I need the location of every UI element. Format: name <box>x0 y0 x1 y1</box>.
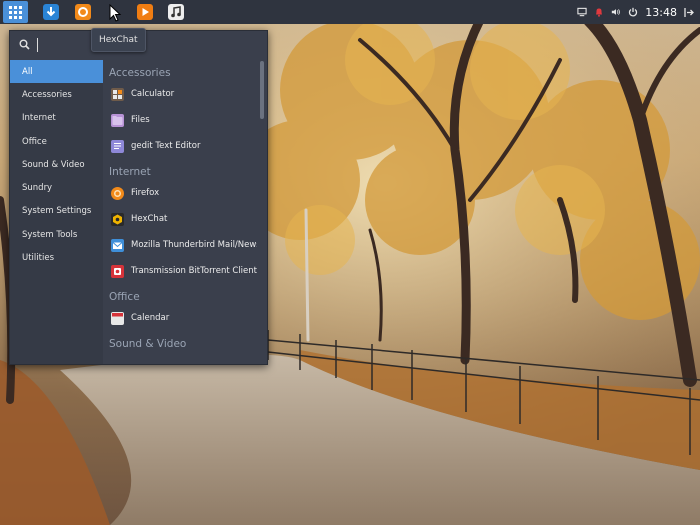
thunderbird-icon <box>111 238 124 252</box>
firefox-icon <box>111 186 124 200</box>
power-icon[interactable] <box>628 7 638 17</box>
calendar-icon <box>111 311 124 325</box>
scrollbar[interactable] <box>260 61 264 119</box>
logout-icon[interactable] <box>684 7 694 17</box>
app-files[interactable]: Files <box>103 107 257 133</box>
firefox-icon[interactable] <box>75 4 91 20</box>
files-icon <box>111 113 124 127</box>
volume-icon[interactable] <box>611 7 621 17</box>
app-gedit[interactable]: gedit Text Editor <box>103 133 257 159</box>
section-header-office: Office <box>109 291 140 303</box>
section-header-internet: Internet <box>109 166 151 178</box>
display-icon[interactable] <box>577 7 587 17</box>
app-label: Calendar <box>131 313 170 323</box>
category-internet[interactable]: Internet <box>10 107 103 130</box>
music-icon[interactable] <box>168 4 184 20</box>
top-panel: 13:48 <box>0 0 700 24</box>
tooltip: HexChat <box>91 28 146 52</box>
app-label: Calculator <box>131 89 175 99</box>
category-system-tools[interactable]: System Tools <box>10 223 103 246</box>
app-list: Accessories Calculator Files gedit Text … <box>103 60 257 364</box>
app-calculator[interactable]: Calculator <box>103 81 257 107</box>
transmission-icon <box>111 264 124 278</box>
mouse-pointer-icon <box>107 3 123 22</box>
app-launcher-button[interactable] <box>3 1 28 23</box>
category-accessories[interactable]: Accessories <box>10 83 103 106</box>
section-header-accessories: Accessories <box>109 67 171 79</box>
clock[interactable]: 13:48 <box>645 6 677 19</box>
text-editor-icon <box>111 139 124 153</box>
category-list: All Accessories Internet Office Sound & … <box>10 60 103 364</box>
app-label: HexChat <box>131 214 168 224</box>
search-icon <box>19 39 30 53</box>
category-sound-video[interactable]: Sound & Video <box>10 153 103 176</box>
category-utilities[interactable]: Utilities <box>10 246 103 269</box>
system-tray: 13:48 <box>577 0 700 24</box>
application-menu: All Accessories Internet Office Sound & … <box>9 30 268 365</box>
category-system-settings[interactable]: System Settings <box>10 200 103 223</box>
notification-bell-icon[interactable] <box>594 7 604 17</box>
category-sundry[interactable]: Sundry <box>10 176 103 199</box>
app-label: Files <box>131 115 150 125</box>
category-office[interactable]: Office <box>10 130 103 153</box>
app-label: gedit Text Editor <box>131 141 201 151</box>
hexchat-icon <box>111 212 124 226</box>
category-all[interactable]: All <box>10 60 103 84</box>
app-grid-icon <box>9 5 22 19</box>
download-manager-icon[interactable] <box>43 4 59 20</box>
app-label: Firefox <box>131 188 160 198</box>
media-player-icon[interactable] <box>137 4 153 20</box>
app-thunderbird[interactable]: Mozilla Thunderbird Mail/News <box>103 232 257 258</box>
app-hexchat[interactable]: HexChat <box>103 206 257 232</box>
app-firefox[interactable]: Firefox <box>103 180 257 206</box>
section-header-sound-video: Sound & Video <box>109 338 187 350</box>
app-label: Transmission BitTorrent Client <box>131 266 257 276</box>
text-cursor <box>37 38 38 52</box>
calculator-icon <box>111 87 124 101</box>
app-calendar[interactable]: Calendar <box>103 305 257 331</box>
app-transmission[interactable]: Transmission BitTorrent Client <box>103 258 257 284</box>
app-label: Mozilla Thunderbird Mail/News <box>131 240 257 250</box>
